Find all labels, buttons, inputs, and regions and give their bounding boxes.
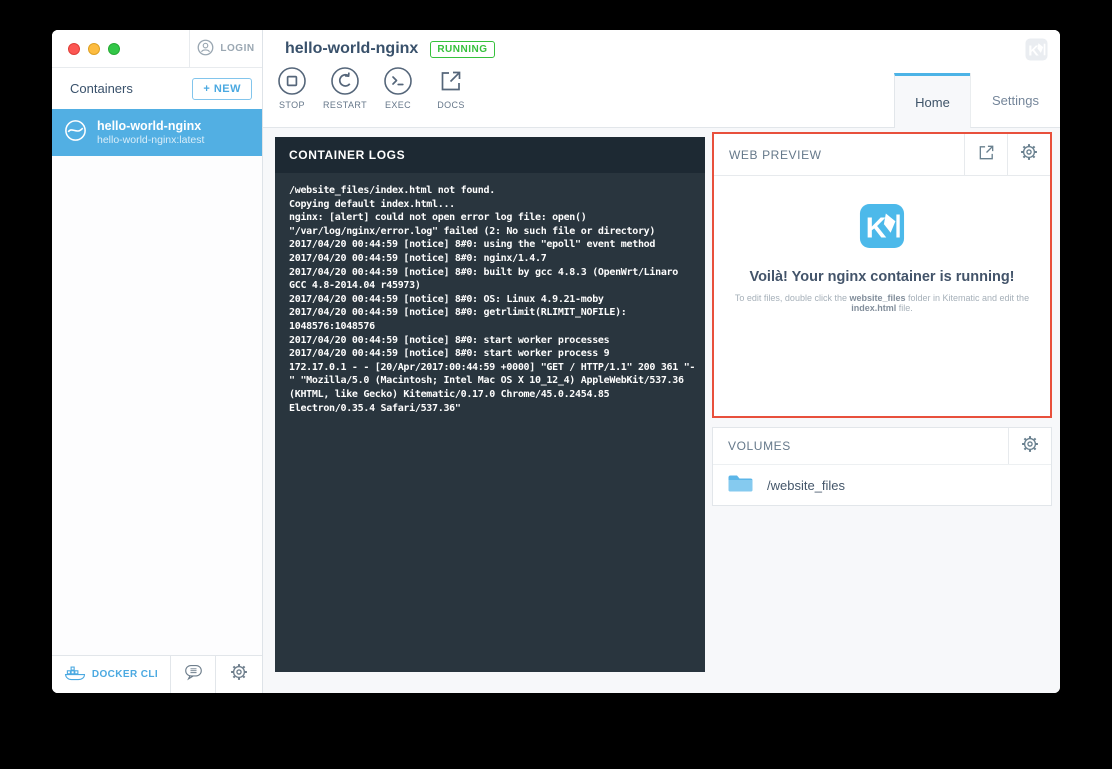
containers-heading: Containers bbox=[70, 81, 192, 96]
exec-button[interactable]: EXEC bbox=[379, 66, 417, 110]
volumes-title: VOLUMES bbox=[713, 428, 1008, 464]
volumes-panel: VOLUMES bbox=[712, 427, 1052, 506]
container-logs-scroll-area[interactable]: /website_files/index.html not found. Cop… bbox=[275, 173, 705, 672]
container-toolbar: STOP RESTART bbox=[273, 66, 470, 110]
screen-background: LOGIN Containers + NEW hello-world-nginx… bbox=[0, 0, 1112, 769]
web-preview-content: K Voilà! Your nginx container is running… bbox=[714, 176, 1050, 313]
folder-icon bbox=[727, 473, 754, 497]
container-status-icon bbox=[63, 118, 88, 148]
container-logs-panel: CONTAINER LOGS /website_files/index.html… bbox=[275, 137, 705, 672]
volumes-header: VOLUMES bbox=[713, 428, 1051, 465]
close-window-button[interactable] bbox=[68, 43, 80, 55]
restart-button[interactable]: RESTART bbox=[326, 66, 364, 110]
tab-settings[interactable]: Settings bbox=[970, 73, 1060, 128]
login-label: LOGIN bbox=[220, 43, 254, 54]
containers-header-row: Containers + NEW bbox=[52, 68, 262, 109]
tab-home[interactable]: Home bbox=[894, 73, 970, 128]
container-name: hello-world-nginx bbox=[97, 119, 204, 134]
container-logs-text: /website_files/index.html not found. Cop… bbox=[289, 184, 697, 415]
feedback-button[interactable] bbox=[170, 656, 215, 693]
window-controls bbox=[52, 30, 189, 67]
zoom-window-button[interactable] bbox=[108, 43, 120, 55]
page-title: hello-world-nginx bbox=[285, 40, 418, 58]
volume-row-website-files[interactable]: /website_files bbox=[713, 465, 1051, 505]
right-column: WEB PREVIEW bbox=[712, 132, 1052, 506]
stop-button[interactable]: STOP bbox=[273, 66, 311, 110]
popout-icon bbox=[977, 143, 996, 167]
docker-whale-icon bbox=[64, 664, 86, 686]
new-container-button[interactable]: + NEW bbox=[192, 78, 252, 100]
preview-hint: To edit files, double click the website_… bbox=[714, 293, 1050, 313]
container-image-tag: hello-world-nginx:latest bbox=[97, 134, 204, 147]
gear-icon bbox=[230, 663, 248, 686]
status-badge: RUNNING bbox=[430, 41, 494, 58]
chat-bubble-icon bbox=[184, 663, 203, 686]
user-icon bbox=[197, 39, 214, 59]
sidebar-item-hello-world-nginx[interactable]: hello-world-nginx hello-world-nginx:late… bbox=[52, 109, 262, 156]
main-area: K hello-world-nginx RUNNING bbox=[263, 30, 1060, 693]
tab-bar: Home Settings bbox=[894, 73, 1060, 128]
web-preview-title: WEB PREVIEW bbox=[714, 134, 964, 175]
svg-text:K: K bbox=[1028, 43, 1039, 59]
login-button[interactable]: LOGIN bbox=[189, 30, 262, 67]
sidebar-titlebar: LOGIN bbox=[52, 30, 262, 68]
kitematic-window: LOGIN Containers + NEW hello-world-nginx… bbox=[52, 30, 1060, 693]
container-logs-title: CONTAINER LOGS bbox=[275, 137, 705, 173]
docker-cli-label: DOCKER CLI bbox=[92, 669, 158, 680]
terminal-icon bbox=[383, 66, 413, 96]
web-preview-panel: WEB PREVIEW bbox=[712, 132, 1052, 418]
kitematic-logo: K bbox=[859, 203, 905, 254]
volumes-settings-button[interactable] bbox=[1008, 428, 1051, 464]
gear-icon bbox=[1020, 143, 1038, 166]
kitematic-logo-faint: K bbox=[1025, 38, 1048, 66]
preview-headline: Voilà! Your nginx container is running! bbox=[714, 269, 1050, 285]
minimize-window-button[interactable] bbox=[88, 43, 100, 55]
svg-text:K: K bbox=[866, 213, 887, 245]
external-link-icon bbox=[438, 66, 464, 96]
docker-cli-button[interactable]: DOCKER CLI bbox=[52, 656, 170, 693]
container-header: K hello-world-nginx RUNNING bbox=[263, 30, 1060, 128]
stop-icon bbox=[277, 66, 307, 96]
volume-path: /website_files bbox=[767, 478, 845, 493]
docs-button[interactable]: DOCS bbox=[432, 66, 470, 110]
restart-icon bbox=[330, 66, 360, 96]
sidebar: LOGIN Containers + NEW hello-world-nginx… bbox=[52, 30, 263, 693]
preferences-button[interactable] bbox=[215, 656, 262, 693]
gear-icon bbox=[1021, 435, 1039, 458]
sidebar-footer: DOCKER CLI bbox=[52, 655, 262, 693]
web-preview-settings-button[interactable] bbox=[1007, 134, 1050, 175]
web-preview-header: WEB PREVIEW bbox=[714, 134, 1050, 176]
container-list-empty-area bbox=[52, 156, 262, 655]
open-in-browser-button[interactable] bbox=[964, 134, 1007, 175]
